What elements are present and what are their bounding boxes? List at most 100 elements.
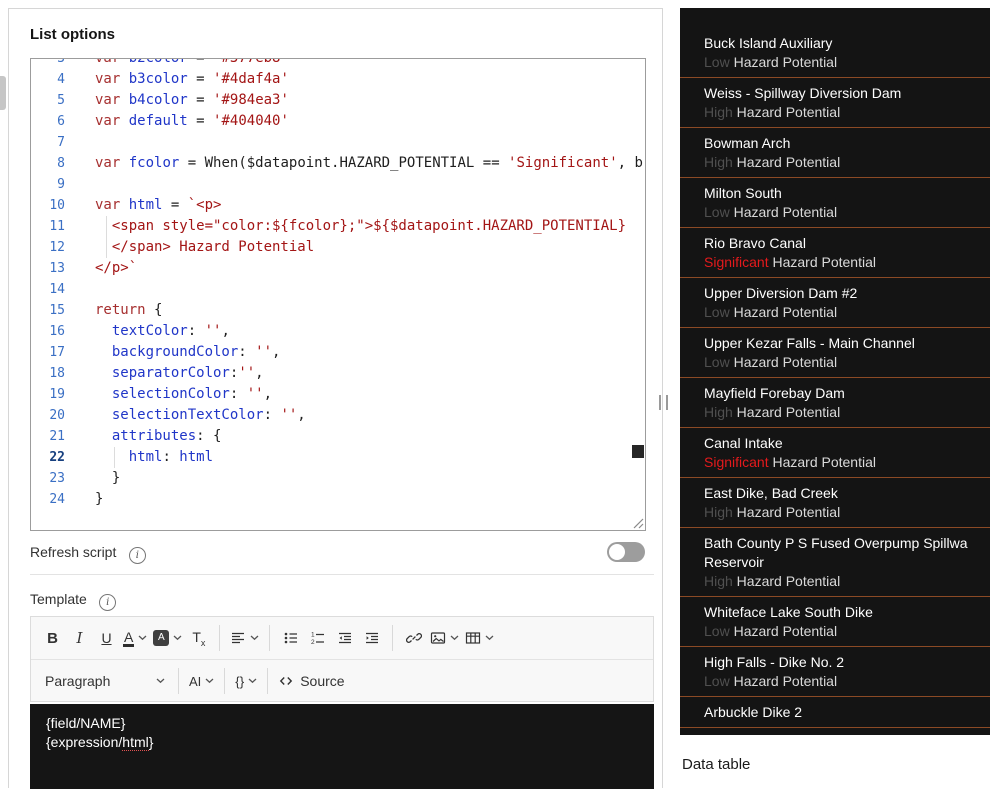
- code-line: 13 </p>`: [31, 258, 645, 279]
- item-name: Upper Diversion Dam #2: [704, 285, 858, 301]
- insert-table-button[interactable]: [462, 623, 497, 653]
- bold-icon: B: [47, 629, 58, 647]
- insert-field-dropdown[interactable]: {}: [232, 666, 260, 696]
- increase-indent-icon: [365, 632, 378, 644]
- clear-format-button[interactable]: Tx: [185, 623, 212, 653]
- code-line: 5 var b4color = '#984ea3': [31, 90, 645, 111]
- decrease-indent-button[interactable]: [331, 623, 358, 653]
- chevron-down-icon: [156, 678, 165, 684]
- resize-grip-icon[interactable]: [633, 518, 644, 529]
- item-name: Whiteface Lake South Dike: [704, 604, 873, 620]
- link-icon: [405, 633, 422, 643]
- expression-word: html: [122, 734, 149, 751]
- template-row: Template i: [30, 589, 117, 612]
- font-size-icon: AI: [189, 673, 202, 689]
- refresh-script-toggle[interactable]: [607, 542, 645, 562]
- line-number: 10: [49, 198, 65, 213]
- line-number: 24: [49, 492, 65, 507]
- chevron-down-icon: [205, 678, 214, 684]
- info-icon[interactable]: i: [99, 594, 117, 612]
- list-item[interactable]: Weiss - Spillway Diversion Dam High Hazar…: [680, 78, 990, 128]
- item-name: Milton South: [704, 185, 782, 201]
- decrease-indent-icon: [338, 632, 351, 644]
- window-scrollbar-thumb[interactable]: [0, 76, 6, 110]
- link-button[interactable]: [400, 623, 427, 653]
- code-line: 11 <span style="color:${fcolor};">${$dat…: [31, 216, 645, 237]
- clear-format-icon: Tx: [192, 628, 206, 648]
- line-number: 8: [57, 156, 65, 171]
- item-name: Upper Kezar Falls - Main Channel: [704, 335, 915, 351]
- numbered-list-button[interactable]: 12: [304, 623, 331, 653]
- item-hazard: Low Hazard Potential: [704, 354, 838, 370]
- toolbar-separator: [219, 625, 221, 651]
- list-item[interactable]: Mayfield Forebay Dam High Hazard Potentia…: [680, 378, 990, 428]
- bold-button[interactable]: B: [39, 623, 66, 653]
- increase-indent-button[interactable]: [358, 623, 385, 653]
- expression-token: {expression/html}: [46, 734, 154, 751]
- source-button[interactable]: Source: [275, 666, 347, 696]
- alignment-button[interactable]: [227, 623, 262, 653]
- list-item[interactable]: Bath County P S Fused Overpump Spillwa Re…: [680, 528, 990, 597]
- paragraph-style-label: Paragraph: [45, 673, 111, 689]
- list-item[interactable]: Milton South Low Hazard Potential: [680, 178, 990, 228]
- braces-icon: {}: [235, 673, 245, 689]
- toolbar-separator: [224, 668, 226, 694]
- line-number: 19: [49, 387, 65, 402]
- paragraph-style-dropdown[interactable]: Paragraph: [39, 666, 171, 696]
- code-line: 18 separatorColor:'',: [31, 363, 645, 384]
- list-item[interactable]: Arbuckle Dike 2: [680, 697, 990, 728]
- underline-button[interactable]: U: [93, 623, 120, 653]
- toolbar-separator: [392, 625, 394, 651]
- line-number: 13: [49, 261, 65, 276]
- data-table-title: Data table: [682, 756, 751, 773]
- font-size-dropdown[interactable]: AI: [186, 666, 217, 696]
- chevron-down-icon: [173, 635, 182, 641]
- item-hazard: Low Hazard Potential: [704, 623, 838, 639]
- field-token: {field/NAME}: [46, 715, 126, 731]
- chevron-down-icon: [485, 635, 494, 641]
- line-number: 21: [49, 429, 65, 444]
- list-item[interactable]: East Dike, Bad Creek High Hazard Potentia…: [680, 478, 990, 528]
- item-hazard: Significant Hazard Potential: [704, 454, 876, 470]
- item-hazard: High Hazard Potential: [704, 404, 841, 420]
- code-line: 4 var b3color = '#4daf4a': [31, 69, 645, 90]
- list-options-panel: List options 3 var b2color = '#377eb8' 4 va…: [8, 8, 663, 789]
- font-color-button[interactable]: A: [120, 623, 150, 653]
- list-item[interactable]: High Falls - Dike No. 2 Low Hazard Potent…: [680, 647, 990, 697]
- refresh-script-label: Refresh script: [30, 544, 117, 560]
- bulleted-list-icon: [284, 632, 297, 644]
- line-number: 20: [49, 408, 65, 423]
- italic-button[interactable]: I: [66, 623, 93, 653]
- info-icon[interactable]: i: [128, 547, 146, 565]
- highlight-color-button[interactable]: A: [150, 623, 185, 653]
- bulleted-list-button[interactable]: [277, 623, 304, 653]
- list-item[interactable]: Rio Bravo Canal Significant Hazard Potent…: [680, 228, 990, 278]
- arcade-code-editor[interactable]: 3 var b2color = '#377eb8' 4 var b3color = '…: [30, 58, 646, 531]
- align-left-icon: [232, 632, 245, 644]
- item-hazard: Significant Hazard Potential: [704, 254, 876, 270]
- chevron-down-icon: [138, 635, 147, 641]
- toolbar-separator: [178, 668, 179, 694]
- template-editor[interactable]: {field/NAME} {expression/html}: [30, 704, 654, 789]
- item-hazard: High Hazard Potential: [704, 154, 841, 170]
- line-number: 7: [57, 135, 65, 150]
- panel-resize-handle[interactable]: [659, 395, 668, 410]
- code-line: 14: [31, 279, 645, 300]
- list-item[interactable]: Upper Diversion Dam #2 Low Hazard Potenti…: [680, 278, 990, 328]
- chevron-down-icon: [248, 678, 257, 684]
- list-item[interactable]: Buck Island Auxiliary Low Hazard Potentia…: [680, 28, 990, 78]
- item-name: High Falls - Dike No. 2: [704, 654, 845, 670]
- code-line: 19 selectionColor: '',: [31, 384, 645, 405]
- insert-image-button[interactable]: [427, 623, 462, 653]
- editor-scrollbar-thumb[interactable]: [632, 445, 644, 458]
- list-item[interactable]: Canal Intake Significant Hazard Potential: [680, 428, 990, 478]
- app-root: { "left_panel": { "title": "List options…: [0, 0, 994, 789]
- list-item[interactable]: Upper Kezar Falls - Main Channel Low Haza…: [680, 328, 990, 378]
- list-item[interactable]: Bowman Arch High Hazard Potential: [680, 128, 990, 178]
- code-line: 15 return {: [31, 300, 645, 321]
- italic-icon: I: [76, 629, 83, 647]
- item-hazard: High Hazard Potential: [704, 573, 841, 589]
- list-item[interactable]: Whiteface Lake South Dike Low Hazard Pote…: [680, 597, 990, 647]
- code-line: 17 backgroundColor: '',: [31, 342, 645, 363]
- highlight-color-icon: A: [153, 630, 170, 646]
